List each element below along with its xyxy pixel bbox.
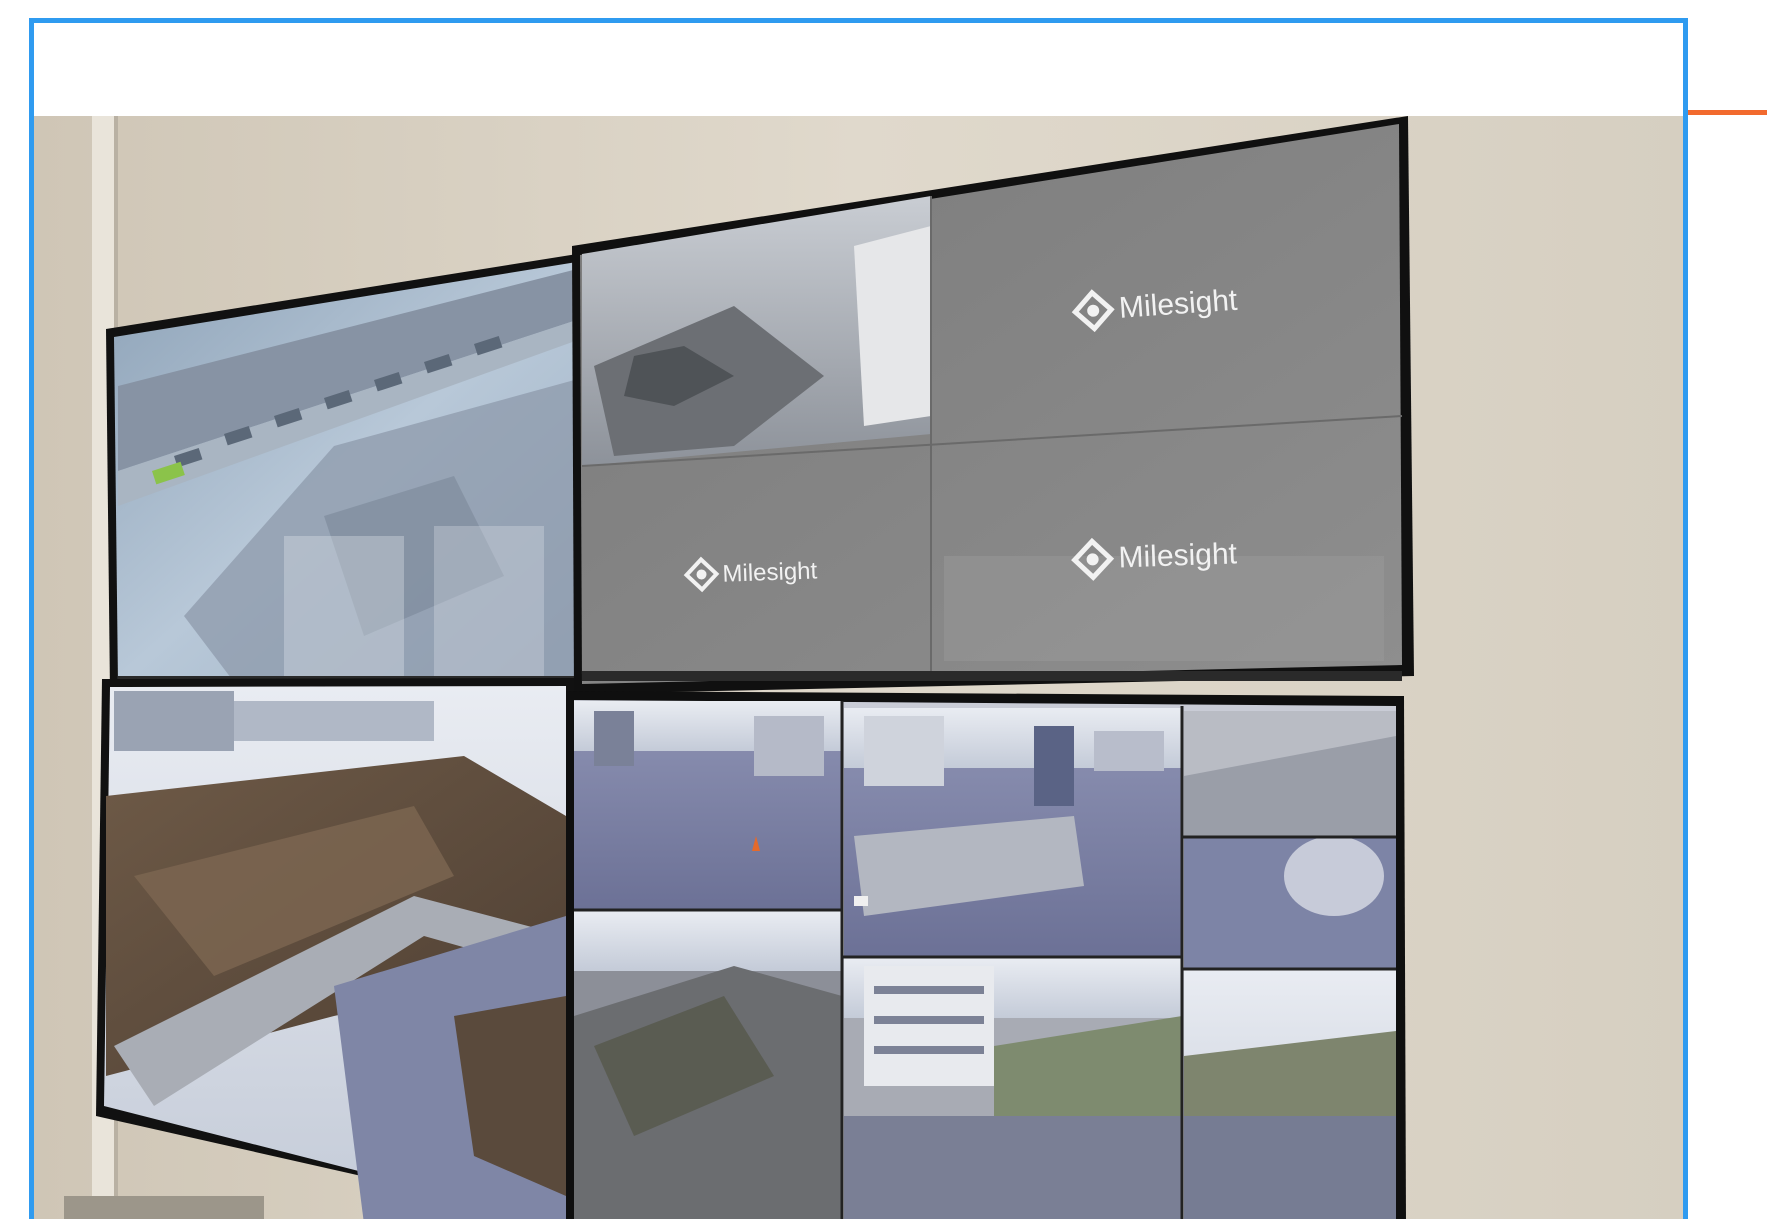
svg-text:Milesight: Milesight bbox=[722, 557, 818, 587]
page: Milesight Milesight Milesight bbox=[0, 0, 1767, 1219]
accent-line bbox=[1684, 110, 1767, 115]
monitor-top-left bbox=[106, 251, 597, 694]
camera-feed-a bbox=[574, 701, 842, 909]
camera-feed-d bbox=[1184, 711, 1396, 836]
image-card: Milesight Milesight Milesight bbox=[29, 18, 1688, 1219]
photo-illustration: Milesight Milesight Milesight bbox=[34, 116, 1683, 1219]
photo: Milesight Milesight Milesight bbox=[34, 116, 1683, 1219]
card-header bbox=[34, 23, 1683, 116]
camera-feed-b bbox=[574, 911, 842, 1219]
monitor-bottom-right bbox=[566, 691, 1406, 1219]
camera-feed-e bbox=[1184, 836, 1396, 968]
svg-text:Milesight: Milesight bbox=[1118, 537, 1238, 574]
camera-feed-c bbox=[844, 708, 1182, 956]
camera-feed-g bbox=[1184, 970, 1396, 1219]
camera-feed-f bbox=[844, 958, 1182, 1219]
